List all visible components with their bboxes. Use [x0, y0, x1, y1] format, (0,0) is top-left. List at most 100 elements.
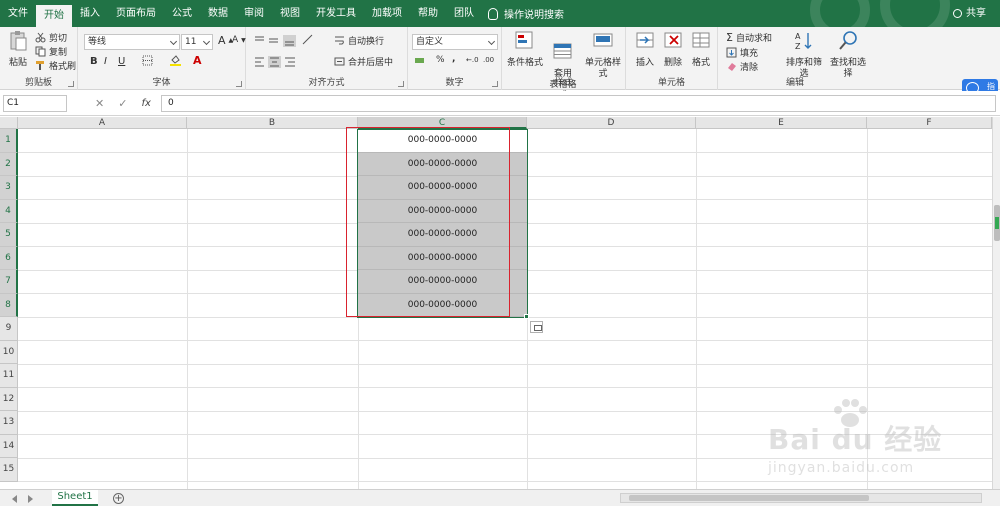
column-header-d[interactable]: D — [527, 117, 696, 129]
font-name-select[interactable]: 等线 — [84, 34, 180, 50]
row-header-5[interactable]: 5 — [0, 223, 18, 247]
conditional-format-button[interactable]: 条件格式 — [506, 30, 544, 69]
fill-button[interactable]: 填充 — [726, 46, 758, 59]
decrease-font-button[interactable]: A ▼ — [232, 35, 246, 45]
cell-styles-button[interactable]: 单元格样式 — [582, 30, 624, 80]
insert-function-icon[interactable]: fx — [141, 98, 150, 109]
cell-c4[interactable]: 000-0000-0000 — [358, 199, 527, 223]
vertical-align-icons[interactable] — [254, 35, 298, 47]
borders-button[interactable] — [142, 55, 153, 66]
percent-button[interactable]: % — [436, 55, 445, 65]
format-cells-button[interactable]: 格式 — [688, 30, 714, 69]
autosum-button[interactable]: Σ 自动求和 — [726, 31, 772, 44]
dialog-launcher-icon[interactable] — [492, 81, 498, 87]
row-header-10[interactable]: 10 — [0, 340, 18, 364]
underline-button[interactable]: U — [118, 56, 125, 67]
fill-color-button[interactable] — [170, 55, 181, 66]
tab-home[interactable]: 开始 — [36, 5, 72, 27]
cell-c1[interactable]: 000-0000-0000 — [358, 129, 527, 153]
confirm-icon[interactable]: ✓ — [118, 97, 127, 110]
row-header-4[interactable]: 4 — [0, 199, 18, 223]
row-header-6[interactable]: 6 — [0, 246, 18, 270]
horizontal-scroll-thumb[interactable] — [629, 495, 869, 501]
row-header-14[interactable]: 14 — [0, 434, 18, 458]
tell-me-search[interactable]: 操作说明搜索 — [482, 6, 564, 21]
vertical-scroll-thumb[interactable] — [994, 205, 1000, 241]
vertical-scrollbar[interactable] — [992, 117, 1000, 489]
row-header-9[interactable]: 9 — [0, 317, 18, 341]
column-header-c[interactable]: C — [358, 117, 527, 129]
gridline — [867, 129, 868, 489]
column-header-b[interactable]: B — [187, 117, 358, 129]
copy-button[interactable]: 复制 — [35, 45, 67, 58]
increase-decimal-button[interactable]: ←.0 — [466, 56, 479, 64]
merge-center-button[interactable]: 合并后居中 — [334, 55, 393, 68]
formula-input[interactable]: 0 — [161, 95, 996, 112]
tab-file[interactable]: 文件 — [0, 0, 36, 27]
tab-help[interactable]: 帮助 — [410, 0, 446, 27]
column-header-a[interactable]: A — [18, 117, 187, 129]
insert-cells-button[interactable]: 插入 — [632, 30, 658, 69]
cell-c8[interactable]: 000-0000-0000 — [358, 293, 527, 317]
horizontal-align-icons[interactable] — [254, 56, 298, 68]
clear-button[interactable]: 清除 — [726, 60, 758, 73]
format-painter-button[interactable]: 格式刷 — [35, 59, 76, 72]
accounting-format-button[interactable] — [414, 55, 425, 66]
tab-data[interactable]: 数据 — [200, 0, 236, 27]
cancel-icon[interactable]: ✕ — [95, 97, 104, 110]
row-header-7[interactable]: 7 — [0, 270, 18, 294]
row-header-8[interactable]: 8 — [0, 293, 18, 317]
comma-button[interactable]: , — [452, 54, 455, 64]
cell-c6[interactable]: 000-0000-0000 — [358, 246, 527, 270]
dialog-launcher-icon[interactable] — [68, 81, 74, 87]
sheet-next-icon[interactable] — [28, 495, 33, 503]
dialog-launcher-icon[interactable] — [398, 81, 404, 87]
bold-button[interactable]: B — [90, 56, 98, 67]
font-color-button[interactable]: A — [193, 54, 202, 67]
tab-team[interactable]: 团队 — [446, 0, 482, 27]
decrease-decimal-button[interactable]: .00 — [483, 56, 494, 64]
tab-view[interactable]: 视图 — [272, 0, 308, 27]
tab-addins[interactable]: 加载项 — [364, 0, 410, 27]
horizontal-scrollbar[interactable] — [620, 493, 982, 503]
row-header-11[interactable]: 11 — [0, 364, 18, 388]
sort-filter-button[interactable]: AZ 排序和筛选 — [782, 30, 826, 80]
cell-c7[interactable]: 000-0000-0000 — [358, 270, 527, 294]
find-select-button[interactable]: 查找和选择 — [826, 30, 870, 80]
tab-page-layout[interactable]: 页面布局 — [108, 0, 164, 27]
tab-developer[interactable]: 开发工具 — [308, 0, 364, 27]
row-header-1[interactable]: 1 — [0, 129, 18, 153]
delete-cells-button[interactable]: 删除 — [660, 30, 686, 69]
tab-insert[interactable]: 插入 — [72, 0, 108, 27]
font-size-select[interactable]: 11 — [181, 34, 213, 50]
quick-analysis-icon[interactable] — [530, 321, 543, 333]
row-header-3[interactable]: 3 — [0, 176, 18, 200]
row-header-12[interactable]: 12 — [0, 387, 18, 411]
orientation-button[interactable] — [302, 34, 313, 45]
name-box[interactable]: C1 — [3, 95, 67, 112]
cell-c5[interactable]: 000-0000-0000 — [358, 223, 527, 247]
add-sheet-icon[interactable]: + — [113, 493, 124, 504]
worksheet-grid[interactable]: A B C D E F 1 2 3 4 5 6 7 8 9 10 11 12 1… — [0, 117, 992, 489]
paste-button[interactable]: 粘贴 — [6, 30, 30, 69]
row-header-2[interactable]: 2 — [0, 152, 18, 176]
row-header-15[interactable]: 15 — [0, 458, 18, 482]
share-button[interactable]: 共享 — [953, 0, 986, 27]
tab-review[interactable]: 审阅 — [236, 0, 272, 27]
dialog-launcher-icon[interactable] — [236, 81, 242, 87]
italic-button[interactable]: I — [104, 56, 107, 67]
increase-font-button[interactable]: A ▲ — [218, 34, 233, 47]
row-header-13[interactable]: 13 — [0, 411, 18, 435]
tab-formulas[interactable]: 公式 — [164, 0, 200, 27]
wrap-text-button[interactable]: 自动换行 — [334, 34, 384, 47]
cut-button[interactable]: 剪切 — [35, 31, 67, 44]
number-format-select[interactable]: 自定义 — [412, 34, 498, 50]
select-all-corner[interactable] — [0, 117, 18, 129]
column-header-f[interactable]: F — [867, 117, 992, 129]
sheet-prev-icon[interactable] — [12, 495, 17, 503]
fill-handle[interactable] — [524, 314, 529, 319]
cell-c3[interactable]: 000-0000-0000 — [358, 176, 527, 200]
cell-c2[interactable]: 000-0000-0000 — [358, 152, 527, 176]
column-header-e[interactable]: E — [696, 117, 867, 129]
sheet-tab-sheet1[interactable]: Sheet1 — [52, 490, 98, 506]
